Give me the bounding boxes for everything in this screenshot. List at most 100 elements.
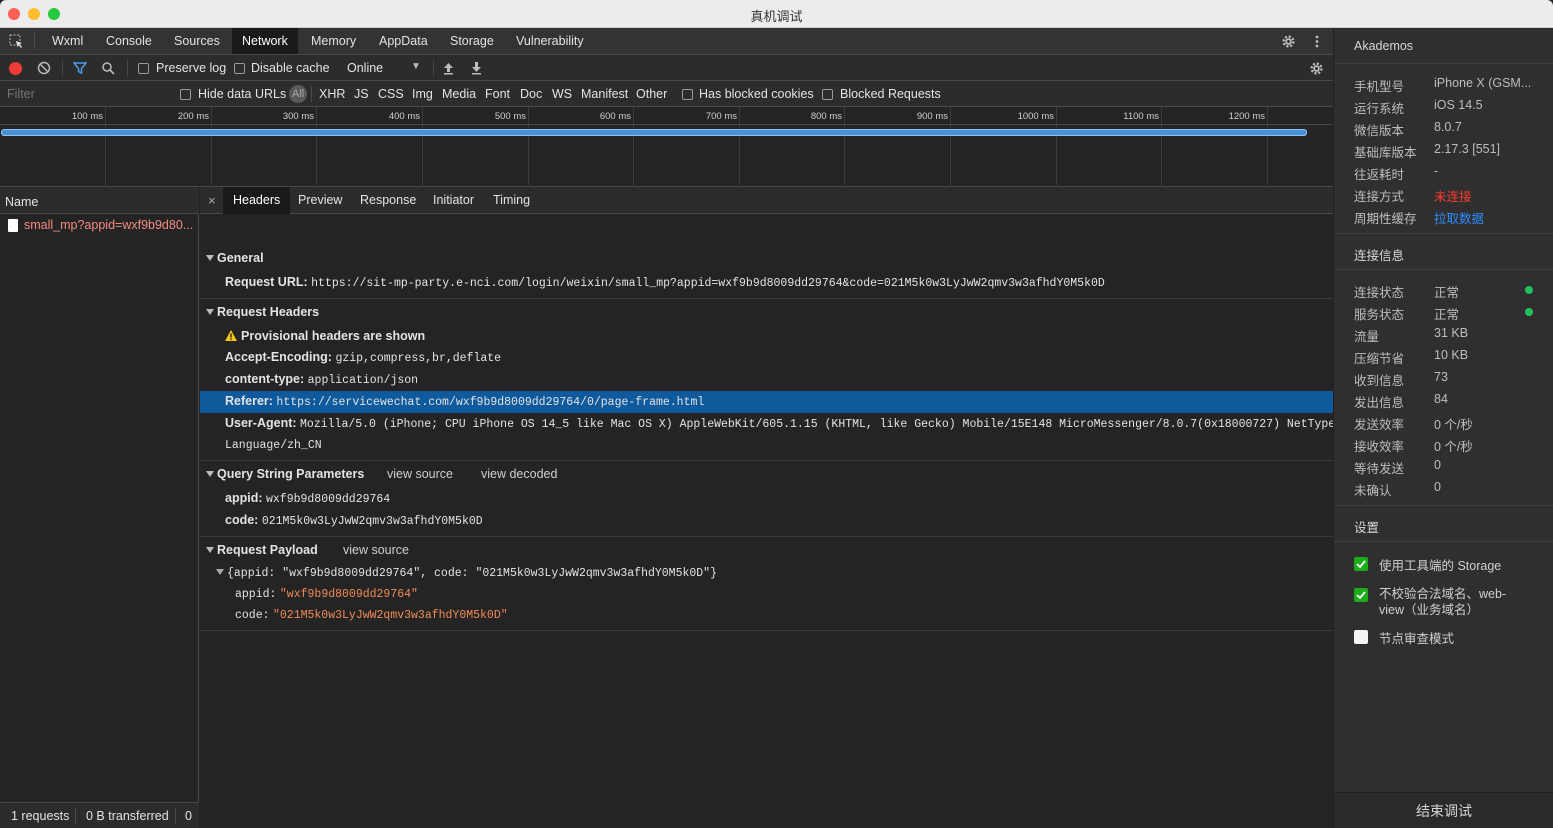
close-detail-icon[interactable]: ×	[208, 187, 216, 214]
request-detail-panel: × Headers Preview Response Initiator Tim…	[200, 187, 1370, 828]
detail-tab-headers[interactable]: Headers	[223, 187, 291, 214]
query-view-decoded-link[interactable]: view decoded	[481, 467, 557, 481]
general-section-toggle[interactable]: General	[206, 251, 264, 265]
filter-type-xhr[interactable]: XHR	[319, 87, 345, 101]
header-value: application/json	[307, 374, 419, 387]
request-list-header: Name	[0, 187, 199, 214]
fetch-data-link[interactable]: 拉取数据	[1434, 208, 1484, 227]
conn-label: 压缩节省	[1354, 352, 1405, 366]
use-tool-storage-checkbox[interactable]	[1354, 557, 1368, 571]
conn-value: 84	[1434, 392, 1448, 406]
tab-wxml[interactable]: Wxml	[52, 28, 83, 54]
name-column-header[interactable]: Name	[5, 195, 38, 209]
end-debug-button[interactable]: 结束调试	[1334, 792, 1553, 828]
export-har-icon[interactable]	[470, 61, 483, 75]
query-view-source-link[interactable]: view source	[387, 467, 453, 481]
filter-icon[interactable]	[73, 61, 87, 75]
conn-value: 0 个/秒	[1434, 418, 1473, 432]
header-value: Language/zh_CN	[225, 439, 322, 452]
detail-tab-response[interactable]: Response	[360, 187, 416, 214]
detail-tab-preview[interactable]: Preview	[298, 187, 342, 214]
request-list-footer: 1 requests 0 B transferred 0	[0, 802, 199, 828]
filter-type-doc[interactable]: Doc	[520, 87, 542, 101]
property-value: "021M5k0w3LyJwW2qmv3w3afhdY0M5k0D"	[273, 609, 508, 622]
filter-input[interactable]	[3, 84, 168, 104]
header-key: User-Agent:	[225, 416, 297, 430]
payload-object-toggle[interactable]: {appid: "wxf9b9d8009dd29764", code: "021…	[216, 565, 717, 580]
filter-type-all[interactable]: All	[289, 85, 308, 103]
payload-view-source-link[interactable]: view source	[343, 543, 409, 557]
query-section-toggle[interactable]: Query String Parameters	[206, 467, 364, 481]
clear-icon[interactable]	[37, 61, 51, 75]
filter-type-img[interactable]: Img	[412, 87, 433, 101]
header-key: content-type:	[225, 372, 305, 386]
more-options-icon[interactable]	[1312, 34, 1322, 49]
checkmark-icon	[1356, 591, 1366, 600]
payload-summary: {appid: "wxf9b9d8009dd29764", code: "021…	[227, 567, 717, 580]
network-overview[interactable]: 100 ms 200 ms 300 ms 400 ms 500 ms 600 m…	[0, 107, 1333, 187]
filter-type-css[interactable]: CSS	[378, 87, 404, 101]
node-inspect-mode-checkbox[interactable]	[1354, 630, 1368, 644]
timeline-tick: 600 ms	[599, 111, 631, 122]
tab-sources[interactable]: Sources	[174, 28, 220, 54]
conn-value: 正常	[1434, 286, 1460, 300]
hide-data-urls-checkbox[interactable]	[180, 89, 191, 100]
has-blocked-cookies-label: Has blocked cookies	[699, 87, 814, 101]
filter-type-manifest[interactable]: Manifest	[581, 87, 628, 101]
conn-label: 连接状态	[1354, 286, 1405, 300]
request-headers-section-toggle[interactable]: Request Headers	[206, 305, 319, 319]
tab-storage[interactable]: Storage	[450, 28, 494, 54]
request-list: Name small_mp?appid=wxf9b9d80... 1 reque…	[0, 187, 199, 828]
tab-memory[interactable]: Memory	[311, 28, 356, 54]
record-icon[interactable]	[9, 62, 22, 75]
filter-type-other[interactable]: Other	[636, 87, 667, 101]
detail-tab-initiator[interactable]: Initiator	[433, 187, 474, 214]
header-key: Referer:	[225, 394, 273, 408]
conn-label: 发送效率	[1354, 418, 1405, 432]
search-icon[interactable]	[101, 61, 115, 75]
resources-size: 0	[185, 809, 192, 823]
property-value: "wxf9b9d8009dd29764"	[279, 588, 418, 601]
conn-label: 未确认	[1354, 484, 1392, 498]
throttling-value: Online	[347, 61, 384, 75]
timeline-tick: 500 ms	[494, 111, 526, 122]
inspect-element-icon[interactable]	[9, 34, 24, 49]
tab-console[interactable]: Console	[106, 28, 152, 54]
filter-type-media[interactable]: Media	[442, 87, 476, 101]
tab-vulnerability[interactable]: Vulnerability	[516, 28, 584, 54]
payload-section-toggle[interactable]: Request Payload	[206, 543, 318, 557]
setting-label: 使用工具端的 Storage	[1379, 559, 1502, 573]
expand-triangle-icon	[206, 309, 214, 315]
param-key: code:	[225, 513, 259, 527]
throttling-select[interactable]: Online ▼	[347, 61, 425, 75]
header-row: Accept-Encoding: gzip,compress,br,deflat…	[225, 350, 501, 365]
timeline-tick: 200 ms	[177, 111, 209, 122]
tab-appdata[interactable]: AppData	[379, 28, 428, 54]
payload-title: Request Payload	[217, 543, 318, 557]
header-row-referer: Referer: https://servicewechat.com/wxf9b…	[225, 394, 704, 409]
filter-type-js[interactable]: JS	[354, 87, 369, 101]
timeline-tick: 800 ms	[810, 111, 842, 122]
param-key: appid:	[225, 491, 263, 505]
filter-type-font[interactable]: Font	[485, 87, 510, 101]
blocked-requests-checkbox[interactable]	[822, 89, 833, 100]
import-har-icon[interactable]	[442, 61, 455, 75]
expand-triangle-icon	[206, 471, 214, 477]
timeline-ruler: 100 ms 200 ms 300 ms 400 ms 500 ms 600 m…	[0, 107, 1333, 125]
filter-type-ws[interactable]: WS	[552, 87, 572, 101]
skip-domain-check-checkbox[interactable]	[1354, 588, 1368, 602]
disable-cache-checkbox[interactable]	[234, 63, 245, 74]
network-toolbar: Preserve log Disable cache Online ▼	[0, 55, 1333, 81]
header-value: https://servicewechat.com/wxf9b9d8009dd2…	[276, 396, 705, 409]
param-value: 021M5k0w3LyJwW2qmv3w3afhdY0M5k0D	[261, 515, 483, 528]
query-param-row: appid: wxf9b9d8009dd29764	[225, 491, 390, 506]
tab-network[interactable]: Network	[232, 28, 298, 54]
has-blocked-cookies-checkbox[interactable]	[682, 89, 693, 100]
settings-gear-icon[interactable]	[1281, 34, 1296, 49]
preserve-log-checkbox[interactable]	[138, 63, 149, 74]
detail-tab-timing[interactable]: Timing	[493, 187, 530, 214]
network-settings-gear-icon[interactable]	[1309, 61, 1324, 76]
request-row[interactable]: small_mp?appid=wxf9b9d80...	[0, 214, 199, 236]
device-label: 手机型号	[1354, 80, 1405, 94]
header-value: gzip,compress,br,deflate	[335, 352, 502, 365]
